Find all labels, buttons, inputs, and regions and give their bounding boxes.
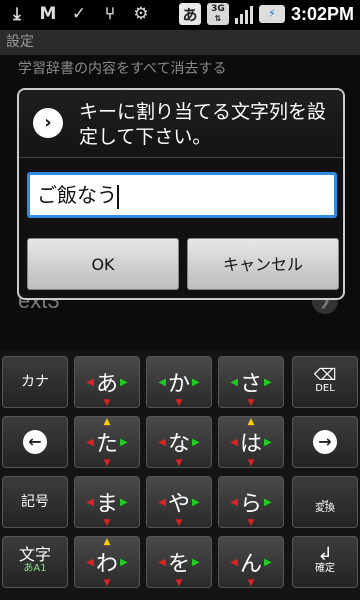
symbol-key[interactable]: 記号: [2, 476, 68, 528]
usb-icon: ⑂: [104, 4, 116, 24]
flick-keyboard: カナ ← 記号 文字 あA1 ◀ あ ▶ ▼ ◀ か ▶ ▼ ◀ さ ▶ ▼ ▲ ◀ た ▶ ▼ ◀ な ▶ ▼…: [0, 350, 360, 600]
kana-key-ma[interactable]: ◀ ま ▶ ▼: [74, 476, 140, 528]
kana-key-wa[interactable]: ▲ ◀ わ ▶ ▼: [74, 536, 140, 588]
download-icon: ⤓: [13, 4, 21, 24]
screen-title: 設定: [0, 30, 360, 55]
kana-toggle-key[interactable]: カナ: [2, 356, 68, 408]
arrow-right-icon: →: [313, 430, 337, 454]
confirm-key[interactable]: ↲ 確定: [292, 536, 358, 588]
ok-button[interactable]: OK: [27, 238, 179, 290]
status-bar: ⤓ M ✓ ⑂ ⚙ あ 3G ⇅ ⚡ 3:02PM: [0, 0, 360, 30]
system-icons: あ 3G ⇅ ⚡ 3:02PM: [178, 3, 354, 25]
backspace-icon: ⌫: [313, 365, 337, 384]
string-input[interactable]: ご飯なう: [27, 172, 337, 218]
kana-key-wo[interactable]: ◀ を ▶ ▼: [146, 536, 212, 588]
gmail-icon: M: [39, 4, 57, 24]
dialog-title: キーに割り当てる文字列を設定して下さい。: [79, 101, 327, 148]
cursor-left-key[interactable]: ←: [2, 416, 68, 468]
kana-key-ka[interactable]: ◀ か ▶ ▼: [146, 356, 212, 408]
network-type-badge: 3G ⇅: [206, 3, 229, 25]
kana-key-ha[interactable]: ▲ ◀ は ▶ ▼: [218, 416, 284, 468]
ime-indicator: あ: [178, 3, 201, 25]
mode-sub-label: あA1: [23, 563, 47, 574]
space-icon: ⎵: [322, 487, 328, 503]
signal-icon: [234, 4, 253, 24]
text-caret: [117, 184, 119, 209]
kana-key-a[interactable]: ◀ あ ▶ ▼: [74, 356, 140, 408]
kana-key-ra[interactable]: ◀ ら ▶ ▼: [218, 476, 284, 528]
convert-key[interactable]: ⎵ 変換: [292, 476, 358, 528]
cursor-right-key[interactable]: →: [292, 416, 358, 468]
kana-key-ya[interactable]: ◀ や ▶ ▼: [146, 476, 212, 528]
enter-icon: ↲: [317, 544, 333, 565]
delete-key[interactable]: ⌫ DEL: [292, 356, 358, 408]
kana-key-sa[interactable]: ◀ さ ▶ ▼: [218, 356, 284, 408]
key-string-dialog: › キーに割り当てる文字列を設定して下さい。 ご飯なう OK キャンセル: [17, 88, 345, 300]
arrow-left-icon: ←: [23, 430, 47, 454]
android-debug-icon: ⚙: [133, 4, 149, 24]
clear-dictionary-item[interactable]: 学習辞書の内容をすべて消去する: [18, 58, 226, 78]
notification-icons: ⤓ M ✓ ⑂ ⚙: [6, 3, 152, 25]
input-mode-key[interactable]: 文字 あA1: [2, 536, 68, 588]
download-done-icon: ✓: [71, 4, 87, 24]
status-clock: 3:02PM: [290, 3, 354, 24]
arrow-right-icon: ›: [33, 108, 63, 138]
kana-key-na[interactable]: ◀ な ▶ ▼: [146, 416, 212, 468]
cancel-button[interactable]: キャンセル: [187, 238, 339, 290]
dialog-header: › キーに割り当てる文字列を設定して下さい。: [19, 90, 343, 158]
input-value: ご飯なう: [37, 183, 117, 207]
kana-key-ta[interactable]: ▲ ◀ た ▶ ▼: [74, 416, 140, 468]
kana-key-n[interactable]: ◀ ん ▶ ▼: [218, 536, 284, 588]
battery-icon: ⚡: [258, 5, 285, 23]
